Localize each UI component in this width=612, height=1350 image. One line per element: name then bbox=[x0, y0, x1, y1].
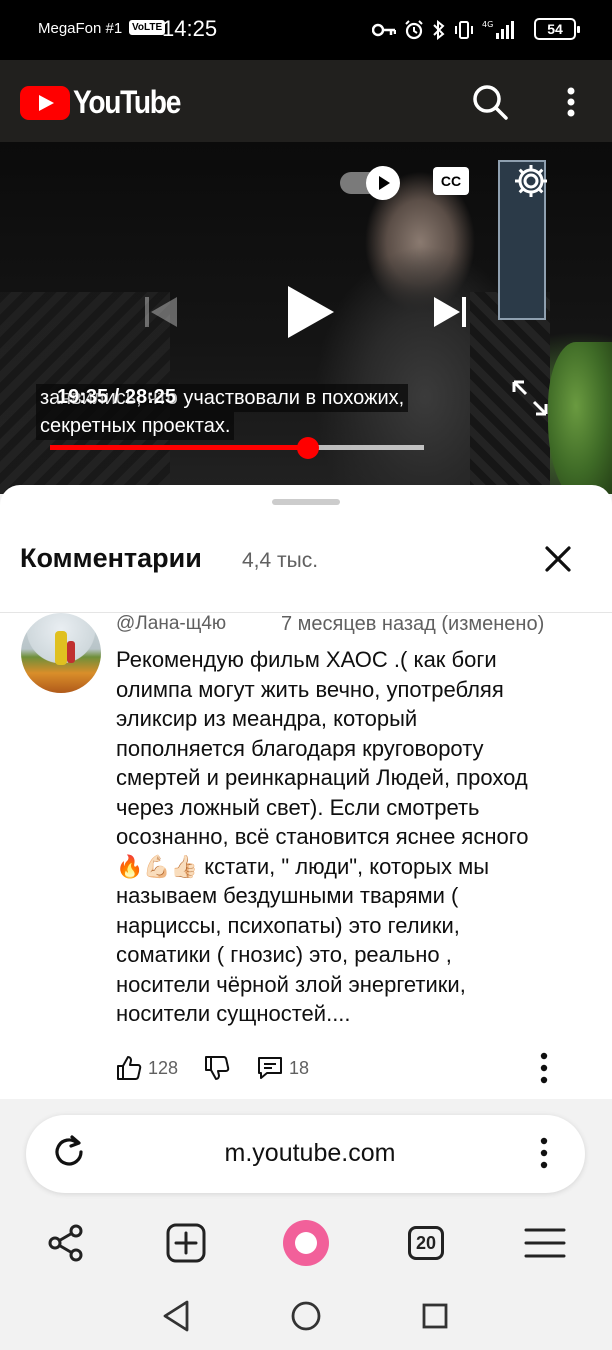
settings-gear-icon[interactable] bbox=[512, 162, 550, 200]
thumbs-down-icon bbox=[205, 1056, 230, 1080]
new-tab-button[interactable] bbox=[163, 1220, 209, 1266]
autoplay-toggle-knob[interactable] bbox=[366, 166, 400, 200]
youtube-wordmark: YouTube bbox=[73, 84, 181, 120]
search-icon bbox=[473, 85, 508, 120]
reply-count: 18 bbox=[289, 1057, 310, 1078]
previous-video-icon[interactable] bbox=[143, 295, 179, 329]
key-icon bbox=[372, 23, 396, 37]
subtitle-line-2: секретных проектах. bbox=[36, 412, 235, 440]
video-frame-plant bbox=[548, 342, 612, 494]
share-button[interactable] bbox=[43, 1220, 89, 1266]
video-played-bar bbox=[50, 445, 309, 450]
video-player[interactable]: CC заявились, что участвовали в похожих,… bbox=[0, 142, 612, 494]
video-progress-bar[interactable] bbox=[50, 437, 424, 459]
avatar[interactable] bbox=[21, 613, 101, 693]
comments-title: Комментарии bbox=[20, 543, 202, 573]
more-vertical-icon bbox=[567, 87, 575, 117]
reply-button[interactable]: 18 bbox=[257, 1053, 309, 1083]
close-icon[interactable] bbox=[538, 539, 578, 579]
tab-count: 20 bbox=[408, 1226, 444, 1260]
comment-actions: 128 18 bbox=[116, 1053, 596, 1083]
hamburger-menu-icon bbox=[524, 1228, 566, 1258]
home-nav-icon[interactable] bbox=[286, 1296, 326, 1336]
captions-button[interactable]: CC bbox=[433, 167, 469, 195]
clock: 14:25 bbox=[162, 16, 218, 41]
header-more-button[interactable] bbox=[549, 80, 593, 124]
url-text[interactable]: m.youtube.com bbox=[140, 1139, 480, 1168]
status-bar: MegaFon #1 VoLTE 14:25 4G 54 bbox=[0, 0, 612, 60]
plus-square-icon bbox=[166, 1223, 206, 1263]
share-icon bbox=[48, 1224, 83, 1262]
reload-icon[interactable] bbox=[50, 1133, 88, 1171]
dislike-button[interactable] bbox=[204, 1053, 230, 1083]
volte-badge: VoLTE bbox=[129, 20, 166, 35]
comment-text: Рекомендую фильм ХАОС .( как боги олимпа… bbox=[116, 647, 529, 1026]
bluetooth-icon bbox=[433, 20, 445, 40]
like-count: 128 bbox=[148, 1057, 179, 1078]
youtube-logo[interactable]: YouTube bbox=[20, 84, 195, 121]
recents-nav-icon[interactable] bbox=[415, 1296, 455, 1336]
fullscreen-icon[interactable] bbox=[510, 378, 550, 418]
carrier-name: MegaFon #1 bbox=[38, 20, 123, 37]
alice-icon bbox=[283, 1220, 329, 1266]
comments-sheet: Комментарии 4,4 тыс. @Лана-щ4ю 7 месяцев… bbox=[0, 485, 612, 1099]
status-icons: 4G bbox=[372, 18, 516, 42]
youtube-play-logo-icon bbox=[20, 85, 70, 120]
comment-more-icon[interactable] bbox=[532, 1051, 556, 1085]
avatar-figure-2 bbox=[67, 641, 75, 663]
video-scrubber-handle[interactable] bbox=[297, 437, 320, 459]
next-video-icon[interactable] bbox=[432, 295, 468, 329]
like-button[interactable]: 128 bbox=[116, 1053, 178, 1083]
alice-assistant-button[interactable] bbox=[283, 1220, 329, 1266]
sheet-drag-handle[interactable] bbox=[272, 499, 340, 505]
search-button[interactable] bbox=[468, 80, 512, 124]
signal-icon: 4G bbox=[482, 20, 514, 39]
comments-count: 4,4 тыс. bbox=[242, 549, 319, 572]
back-nav-icon[interactable] bbox=[157, 1296, 197, 1336]
thumbs-up-icon bbox=[117, 1056, 142, 1080]
tabs-button[interactable]: 20 bbox=[403, 1220, 449, 1266]
comment-date: 7 месяцев назад (изменено) bbox=[281, 613, 545, 635]
browser-menu-button[interactable] bbox=[522, 1220, 568, 1266]
play-icon[interactable] bbox=[282, 282, 338, 342]
avatar-figure bbox=[55, 631, 67, 665]
address-more-icon[interactable] bbox=[532, 1136, 556, 1170]
vibrate-icon bbox=[455, 21, 473, 39]
comment-author[interactable]: @Лана-щ4ю bbox=[116, 613, 226, 635]
video-timestamp: 19:35 / 28:25 bbox=[57, 386, 176, 408]
reply-comment-icon bbox=[258, 1057, 282, 1079]
battery-indicator: 54 bbox=[534, 18, 580, 40]
svg-text:4G: 4G bbox=[482, 20, 493, 29]
alarm-icon bbox=[405, 20, 423, 40]
